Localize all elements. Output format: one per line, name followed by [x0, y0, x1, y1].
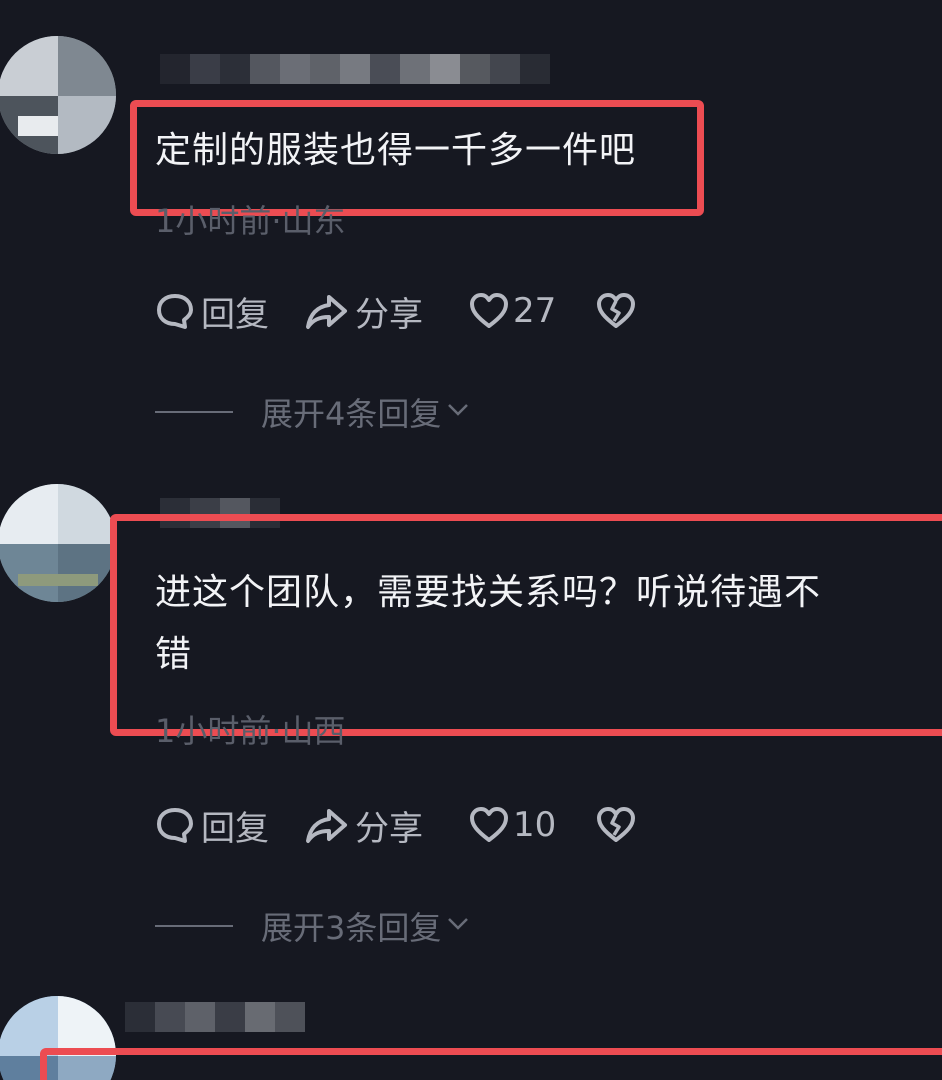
comment-actions: 回复 分享 10 — [155, 800, 636, 850]
share-button[interactable]: 分享 — [305, 287, 423, 336]
avatar[interactable] — [0, 36, 116, 154]
comment-meta: 1小时前·山东 — [155, 202, 346, 240]
reply-button[interactable]: 回复 — [155, 287, 269, 336]
comment-actions: 回复 分享 27 — [155, 286, 636, 336]
heart-icon — [469, 805, 509, 845]
reply-label: 回复 — [201, 294, 269, 335]
comment-item: 进这个团队，需要找关系吗？听说待遇不 错 1小时前·山西 回复 分享 10 展开… — [0, 470, 942, 990]
divider-line — [155, 411, 233, 413]
highlight-box — [40, 1048, 942, 1080]
dislike-button[interactable] — [596, 805, 636, 845]
expand-replies-button[interactable]: 展开4条回复 — [155, 392, 471, 433]
like-button[interactable]: 10 — [469, 805, 556, 845]
comment-bubble-icon — [155, 805, 195, 845]
share-button[interactable]: 分享 — [305, 801, 423, 850]
like-count: 10 — [513, 805, 557, 845]
chevron-down-icon — [445, 911, 471, 941]
reply-button[interactable]: 回复 — [155, 801, 269, 850]
like-button[interactable]: 27 — [469, 291, 556, 331]
like-count: 27 — [513, 291, 557, 331]
share-label: 分享 — [355, 294, 423, 335]
expand-replies-label: 展开4条回复 — [261, 395, 442, 433]
comment-item: 定制的服装也得一千多一件吧 1小时前·山东 回复 分享 27 展开4条回复 — [0, 0, 942, 470]
chevron-down-icon — [445, 397, 471, 427]
dislike-button[interactable] — [596, 291, 636, 331]
comment-item — [0, 990, 942, 1080]
share-label: 分享 — [355, 808, 423, 849]
username-blurred[interactable] — [125, 1002, 305, 1032]
heart-icon — [469, 291, 509, 331]
highlight-box — [110, 514, 942, 736]
share-arrow-icon — [305, 291, 349, 331]
broken-heart-icon — [596, 291, 636, 331]
avatar[interactable] — [0, 484, 116, 602]
reply-label: 回复 — [201, 808, 269, 849]
username-blurred[interactable] — [160, 54, 550, 84]
comment-meta: 1小时前·山西 — [155, 712, 346, 750]
comment-list-screen: 定制的服装也得一千多一件吧 1小时前·山东 回复 分享 27 展开4条回复 进这… — [0, 0, 942, 1080]
expand-replies-button[interactable]: 展开3条回复 — [155, 906, 471, 947]
share-arrow-icon — [305, 805, 349, 845]
divider-line — [155, 925, 233, 927]
broken-heart-icon — [596, 805, 636, 845]
expand-replies-label: 展开3条回复 — [261, 909, 442, 947]
comment-bubble-icon — [155, 291, 195, 331]
